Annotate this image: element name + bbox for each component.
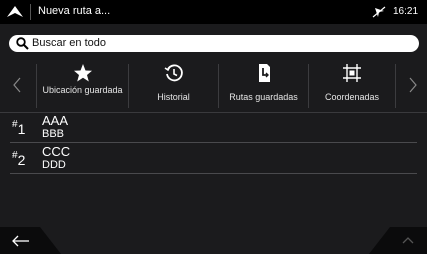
clock: 16:21 xyxy=(393,6,419,17)
result-index: #2 xyxy=(12,150,26,168)
search-icon xyxy=(16,37,29,50)
back-arrow-icon[interactable] xyxy=(11,233,31,249)
top-bar-separator xyxy=(30,4,31,20)
tab-coordinates[interactable]: Coordenadas xyxy=(309,60,395,112)
tab-label: Ubicación guardada xyxy=(42,85,123,95)
scroll-left-button[interactable] xyxy=(0,60,34,112)
tab-icon-wrap xyxy=(37,63,128,83)
chevron-right-icon xyxy=(409,77,417,93)
navigation-arrow-icon xyxy=(7,6,23,17)
tab-label: Historial xyxy=(157,92,190,102)
tab-label: Coordenadas xyxy=(324,92,380,102)
chevron-left-icon xyxy=(13,77,21,93)
result-detail: DDD xyxy=(42,159,66,171)
index-number: 2 xyxy=(17,152,26,168)
tab-label: Rutas guardadas xyxy=(229,92,298,102)
scroll-right-button[interactable] xyxy=(395,60,427,112)
history-icon xyxy=(164,64,183,82)
tab-icon-wrap xyxy=(129,63,218,83)
bottom-bar xyxy=(0,227,427,254)
row-divider xyxy=(10,142,417,143)
saved-routes-icon xyxy=(258,64,270,82)
tab-saved-routes[interactable]: Rutas guardadas xyxy=(219,60,308,112)
search-placeholder: Buscar en todo xyxy=(32,37,106,49)
list-item[interactable]: #1 AAA BBB xyxy=(0,113,427,143)
category-tabs: Ubicación guardada Historial Rutas guard… xyxy=(0,60,427,112)
tab-saved-location[interactable]: Ubicación guardada xyxy=(37,60,128,112)
route-title: Nueva ruta a... xyxy=(38,5,111,17)
list-item[interactable]: #2 CCC DDD xyxy=(0,144,427,174)
index-number: 1 xyxy=(17,121,26,137)
tab-history[interactable]: Historial xyxy=(129,60,218,112)
coordinates-icon xyxy=(343,64,361,82)
navigation-button[interactable] xyxy=(0,0,30,24)
row-divider xyxy=(10,173,417,174)
result-name: AAA xyxy=(42,113,69,128)
top-bar: Nueva ruta a... 16:21 xyxy=(0,0,427,24)
result-name: CCC xyxy=(42,144,71,159)
tab-icon-wrap xyxy=(219,63,308,83)
result-detail: BBB xyxy=(42,128,65,140)
search-input[interactable]: Buscar en todo xyxy=(9,35,419,52)
chevron-up-icon[interactable] xyxy=(402,235,414,245)
result-index: #1 xyxy=(12,119,26,137)
bottom-bar-center xyxy=(40,227,390,254)
star-icon xyxy=(73,64,92,82)
gps-off-icon xyxy=(372,6,386,18)
index-prefix: # xyxy=(12,150,18,161)
index-prefix: # xyxy=(12,119,18,130)
tab-icon-wrap xyxy=(309,63,395,83)
